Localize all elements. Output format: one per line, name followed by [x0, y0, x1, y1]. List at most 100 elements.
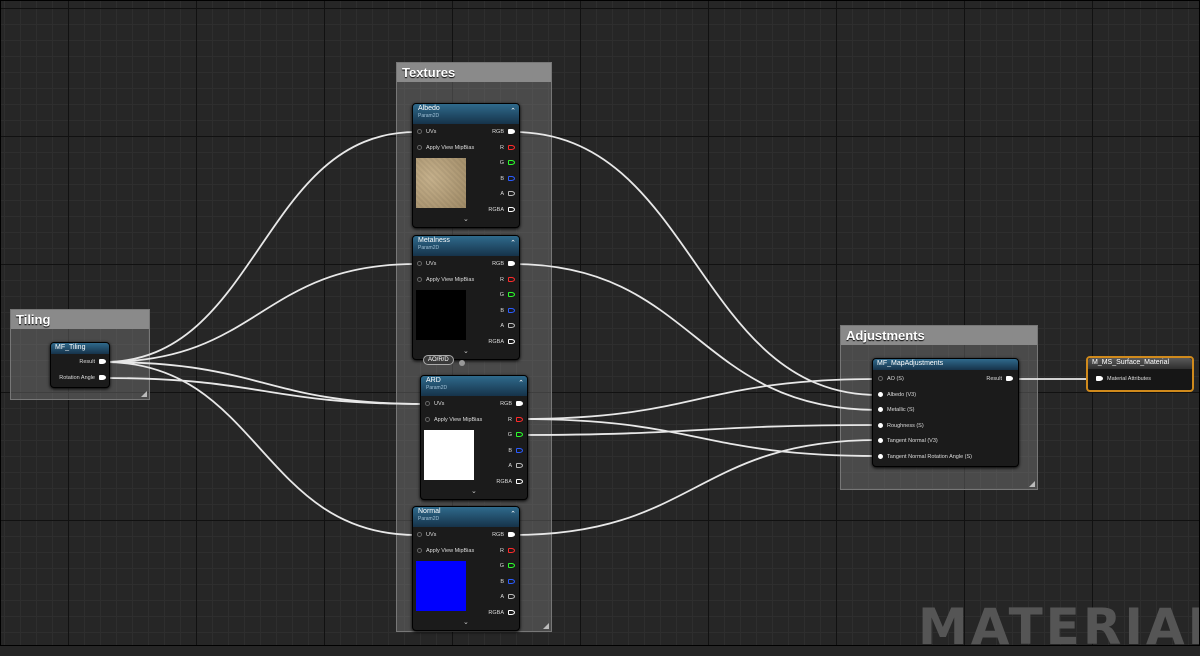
output-pin-icon[interactable] [516, 416, 523, 422]
node-texture-ard[interactable]: ARD Param2D ⌃ UVs Apply View MipBias RGB… [420, 375, 528, 500]
expand-icon[interactable]: ⌄ [463, 347, 469, 355]
output-pin-icon[interactable] [99, 375, 106, 381]
input-pin-icon[interactable] [878, 407, 883, 413]
collapse-icon[interactable]: ⌃ [518, 379, 524, 387]
output-pin-icon[interactable] [516, 478, 523, 484]
input-pin-icon[interactable] [425, 401, 430, 407]
pin-input[interactable]: UVs [417, 128, 436, 137]
node-header[interactable]: M_MS_Surface_Material [1088, 358, 1192, 369]
pin-output-a[interactable]: A [500, 322, 515, 331]
output-pin-icon[interactable] [508, 144, 515, 150]
output-pin-icon[interactable] [508, 191, 515, 197]
input-pin-icon[interactable] [417, 532, 422, 538]
input-pin-icon[interactable] [878, 391, 883, 397]
pin-output-rgb[interactable]: RGB [492, 128, 515, 137]
output-pin-icon[interactable] [508, 261, 515, 267]
output-pin-icon[interactable] [508, 563, 515, 569]
output-pin-icon[interactable] [508, 160, 515, 166]
graph-canvas[interactable] [0, 0, 1200, 646]
pin-output-r[interactable]: R [500, 276, 515, 285]
pin-result[interactable]: Result [79, 358, 106, 367]
input-pin-icon[interactable] [1096, 376, 1103, 382]
input-pin-icon[interactable] [878, 422, 883, 428]
output-pin-icon[interactable] [508, 292, 515, 298]
node-header[interactable]: Normal Param2D ⌃ [413, 507, 519, 527]
pin-input[interactable]: Apply View MipBias [417, 276, 474, 285]
pin-output-b[interactable]: B [500, 175, 515, 184]
pin-output-g[interactable]: G [500, 291, 515, 300]
pin-output-rgb[interactable]: RGB [492, 531, 515, 540]
output-pin-icon[interactable] [516, 401, 523, 407]
node-header[interactable]: Albedo Param2D ⌃ [413, 104, 519, 124]
pin-output-g[interactable]: G [508, 431, 523, 440]
node-output-material[interactable]: M_MS_Surface_Material Material Attribute… [1086, 356, 1194, 392]
pin-input[interactable]: Apply View MipBias [425, 416, 482, 425]
node-mf-tiling[interactable]: MF_Tiling Result Rotation Angle [50, 342, 110, 388]
output-pin-icon[interactable] [508, 175, 515, 181]
output-pin-icon[interactable] [508, 578, 515, 584]
pin-input[interactable]: UVs [417, 260, 436, 269]
output-pin-icon[interactable] [508, 206, 515, 212]
pin-output-rgba[interactable]: RGBA [488, 338, 515, 347]
node-header[interactable]: Metalness Param2D ⌃ [413, 236, 519, 256]
node-texture-albedo[interactable]: Albedo Param2D ⌃ UVs Apply View MipBias … [412, 103, 520, 228]
pin-input[interactable]: UVs [417, 531, 436, 540]
collapse-icon[interactable]: ⌃ [510, 239, 516, 247]
pin-input[interactable]: Albedo (V3) [878, 391, 916, 400]
input-pin-icon[interactable] [417, 277, 422, 283]
output-pin-icon[interactable] [508, 338, 515, 344]
node-header[interactable]: MF_MapAdjustments [873, 359, 1018, 370]
pin-output-a[interactable]: A [500, 593, 515, 602]
pin-output-rgb[interactable]: RGB [500, 400, 523, 409]
input-pin-icon[interactable] [878, 453, 883, 459]
node-mf-map-adjustments[interactable]: MF_MapAdjustments AO (S) Albedo (V3) Metal… [872, 358, 1019, 467]
output-pin-icon[interactable] [508, 547, 515, 553]
output-pin-icon[interactable] [508, 594, 515, 600]
node-header[interactable]: MF_Tiling [51, 343, 109, 354]
node-texture-normal[interactable]: Normal Param2D ⌃ UVs Apply View MipBias … [412, 506, 520, 631]
output-pin-icon[interactable] [1006, 376, 1013, 382]
pin-input[interactable]: Tangent Normal (V3) [878, 437, 938, 446]
output-pin-icon[interactable] [516, 447, 523, 453]
pin-output-a[interactable]: A [508, 462, 523, 471]
pin-input[interactable]: UVs [425, 400, 444, 409]
expand-icon[interactable]: ⌄ [463, 618, 469, 626]
pin-output-g[interactable]: G [500, 562, 515, 571]
input-pin-icon[interactable] [417, 145, 422, 151]
node-header[interactable]: ARD Param2D ⌃ [421, 376, 527, 396]
resize-grip-icon[interactable] [1029, 481, 1035, 487]
pin-input[interactable]: Roughness (S) [878, 422, 924, 431]
output-pin-icon[interactable] [508, 323, 515, 329]
pin-output-rgba[interactable]: RGBA [488, 206, 515, 215]
pin-output-rgba[interactable]: RGBA [496, 478, 523, 487]
input-pin-icon[interactable] [417, 548, 422, 554]
collapse-icon[interactable]: ⌃ [510, 510, 516, 518]
pin-rotation-angle[interactable]: Rotation Angle [59, 374, 106, 383]
output-pin-icon[interactable] [508, 532, 515, 538]
pin-output-r[interactable]: R [508, 416, 523, 425]
pin-output-g[interactable]: G [500, 159, 515, 168]
pin-input[interactable]: Metallic (S) [878, 406, 915, 415]
pin-input[interactable]: AO (S) [878, 375, 904, 384]
pin-input[interactable]: Tangent Normal Rotation Angle (S) [878, 453, 972, 462]
reroute-badge[interactable]: AO/R/D [423, 355, 454, 365]
expand-icon[interactable]: ⌄ [471, 487, 477, 495]
input-pin-icon[interactable] [425, 417, 430, 423]
expand-icon[interactable]: ⌄ [463, 215, 469, 223]
output-pin-icon[interactable] [516, 432, 523, 438]
pin-output-b[interactable]: B [500, 307, 515, 316]
output-pin-icon[interactable] [516, 463, 523, 469]
pin-input[interactable]: Apply View MipBias [417, 547, 474, 556]
pin-material-attributes[interactable]: Material Attributes [1096, 375, 1151, 384]
collapse-icon[interactable]: ⌃ [510, 107, 516, 115]
pin-output-b[interactable]: B [508, 447, 523, 456]
resize-grip-icon[interactable] [543, 623, 549, 629]
resize-grip-icon[interactable] [141, 391, 147, 397]
pin-output-a[interactable]: A [500, 190, 515, 199]
pin-output-rgb[interactable]: RGB [492, 260, 515, 269]
output-pin-icon[interactable] [508, 276, 515, 282]
input-pin-icon[interactable] [878, 438, 883, 444]
input-pin-icon[interactable] [417, 129, 422, 135]
input-pin-icon[interactable] [417, 261, 422, 267]
input-pin-icon[interactable] [878, 376, 883, 382]
